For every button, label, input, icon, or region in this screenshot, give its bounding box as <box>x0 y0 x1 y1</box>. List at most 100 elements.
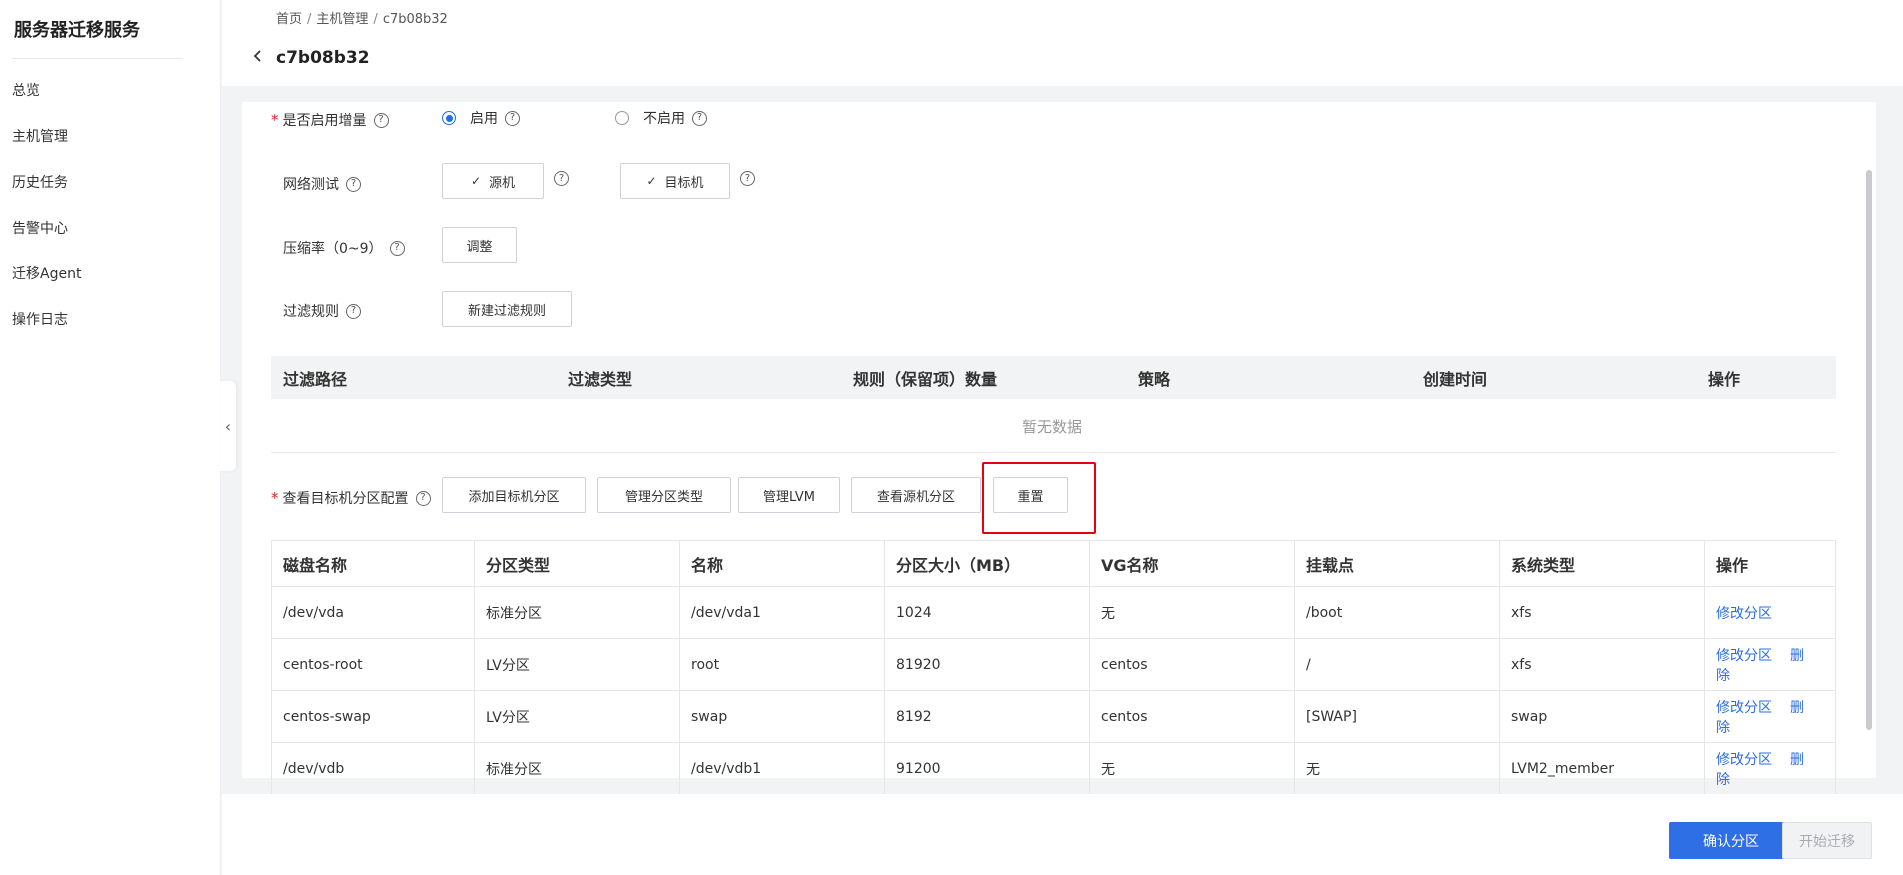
sidebar: 服务器迁移服务 总览 主机管理 历史任务 告警中心 迁移Agent 操作日志 <box>0 0 221 875</box>
compression-label: 压缩率（0~9） ? <box>283 238 405 258</box>
table-row: centos-swap LV分区 swap 8192 centos [SWAP]… <box>271 690 1836 743</box>
compression-adjust-button[interactable]: 调整 <box>442 227 517 263</box>
cell: xfs <box>1499 586 1705 639</box>
start-migration-button[interactable]: 开始迁移 <box>1782 822 1872 859</box>
radio-enable[interactable]: 启用 ? <box>442 108 520 128</box>
col-fs-type: 系统类型 <box>1499 540 1705 587</box>
col-actions: 操作 <box>1704 540 1836 587</box>
breadcrumb: 首页 / 主机管理 / c7b08b32 <box>276 12 448 27</box>
filter-col-rule-count: 规则（保留项）数量 <box>853 369 998 389</box>
help-icon[interactable]: ? <box>692 110 707 126</box>
cell: 81920 <box>884 638 1090 691</box>
help-icon[interactable]: ? <box>505 110 520 126</box>
table-row: /dev/vda 标准分区 /dev/vda1 1024 无 /boot xfs… <box>271 586 1836 639</box>
filter-col-created: 创建时间 <box>1423 369 1488 389</box>
edit-partition-link[interactable]: 修改分区 <box>1716 606 1772 622</box>
filter-table-header: 过滤路径 过滤类型 规则（保留项）数量 策略 创建时间 操作 <box>271 356 1836 399</box>
edit-partition-link[interactable]: 修改分区 <box>1716 700 1772 716</box>
cell: 无 <box>1089 742 1295 795</box>
actions-cell: 修改分区 删除 <box>1704 638 1836 691</box>
cell: [SWAP] <box>1294 690 1500 743</box>
network-test-label: 网络测试 ? <box>283 174 361 194</box>
sidebar-item-migration-agent[interactable]: 迁移Agent <box>12 263 81 283</box>
cell: 8192 <box>884 690 1090 743</box>
filter-col-path: 过滤路径 <box>283 369 348 389</box>
source-test-button[interactable]: ✓ 源机 <box>442 163 544 199</box>
cell: centos-swap <box>271 690 475 743</box>
manage-lvm-button[interactable]: 管理LVM <box>738 477 840 513</box>
filter-col-actions: 操作 <box>1708 369 1741 389</box>
radio-disable[interactable]: 不启用 ? <box>615 108 707 128</box>
help-icon[interactable]: ? <box>346 176 361 192</box>
edit-partition-link[interactable]: 修改分区 <box>1716 648 1772 664</box>
cell: LV分区 <box>474 690 680 743</box>
app-title: 服务器迁移服务 <box>14 20 140 41</box>
help-icon[interactable]: ? <box>389 240 405 256</box>
cell: swap <box>679 690 885 743</box>
actions-cell: 修改分区 <box>1704 586 1836 639</box>
manage-partition-type-button[interactable]: 管理分区类型 <box>597 477 731 513</box>
add-target-partition-button[interactable]: 添加目标机分区 <box>442 477 586 513</box>
cell: 91200 <box>884 742 1090 795</box>
actions-cell: 修改分区 删除 <box>1704 742 1836 795</box>
required-mark: * <box>271 489 279 507</box>
breadcrumb-home[interactable]: 首页 <box>276 12 302 27</box>
cell: 1024 <box>884 586 1090 639</box>
col-partition-type: 分区类型 <box>474 540 680 587</box>
sidebar-item-operation-log[interactable]: 操作日志 <box>12 309 68 329</box>
sidebar-item-overview[interactable]: 总览 <box>12 80 40 100</box>
incremental-label: * 是否启用增量 ? <box>271 110 389 130</box>
actions-cell: 修改分区 删除 <box>1704 690 1836 743</box>
col-disk-name: 磁盘名称 <box>271 540 475 587</box>
help-icon[interactable]: ? <box>346 303 361 319</box>
radio-checked-icon <box>442 111 456 125</box>
check-icon: ✓ <box>470 174 482 188</box>
cell: centos <box>1089 690 1295 743</box>
cell: root <box>679 638 885 691</box>
footer-bar <box>222 794 1903 875</box>
required-mark: * <box>271 111 279 129</box>
cell: LVM2_member <box>1499 742 1705 795</box>
sidebar-item-host-management[interactable]: 主机管理 <box>12 126 68 146</box>
col-vg-name: VG名称 <box>1089 540 1295 587</box>
partition-config-label: * 查看目标机分区配置 ? <box>271 488 431 508</box>
target-test-button[interactable]: ✓ 目标机 <box>620 163 730 199</box>
table-row: centos-root LV分区 root 81920 centos / xfs… <box>271 638 1836 691</box>
scrollbar-thumb[interactable] <box>1866 170 1872 730</box>
cell: 无 <box>1089 586 1295 639</box>
brand-divider <box>12 58 182 59</box>
edit-partition-link[interactable]: 修改分区 <box>1716 752 1772 768</box>
page-header: 首页 / 主机管理 / c7b08b32 c7b08b32 <box>222 0 1903 86</box>
help-icon[interactable]: ? <box>554 171 569 186</box>
sidebar-item-alarm-center[interactable]: 告警中心 <box>12 218 68 238</box>
cell: 标准分区 <box>474 742 680 795</box>
breadcrumb-host-management[interactable]: 主机管理 <box>316 12 368 27</box>
cell: / <box>1294 638 1500 691</box>
col-size: 分区大小（MB） <box>884 540 1090 587</box>
filter-col-policy: 策略 <box>1138 369 1171 389</box>
help-icon[interactable]: ? <box>373 112 389 128</box>
table-header-row: 磁盘名称 分区类型 名称 分区大小（MB） VG名称 挂载点 系统类型 操作 <box>271 540 1836 587</box>
cell: /boot <box>1294 586 1500 639</box>
confirm-partition-button[interactable]: 确认分区 <box>1669 822 1793 859</box>
highlight-box <box>982 462 1096 534</box>
new-filter-rule-button[interactable]: 新建过滤规则 <box>442 291 572 327</box>
view-source-partition-button[interactable]: 查看源机分区 <box>851 477 981 513</box>
help-icon[interactable]: ? <box>415 490 431 506</box>
breadcrumb-current: c7b08b32 <box>382 12 448 27</box>
table-row: /dev/vdb 标准分区 /dev/vdb1 91200 无 无 LVM2_m… <box>271 742 1836 795</box>
empty-data-text: 暂无数据 <box>1022 418 1083 436</box>
cell: swap <box>1499 690 1705 743</box>
sidebar-collapse-toggle[interactable]: ‹ <box>220 381 236 471</box>
radio-unchecked-icon <box>615 111 629 125</box>
cell: /dev/vda1 <box>679 586 885 639</box>
back-arrow-icon[interactable] <box>250 48 266 64</box>
col-name: 名称 <box>679 540 885 587</box>
cell: LV分区 <box>474 638 680 691</box>
partition-table: 磁盘名称 分区类型 名称 分区大小（MB） VG名称 挂载点 系统类型 操作 /… <box>271 540 1836 795</box>
col-mount-point: 挂载点 <box>1294 540 1500 587</box>
help-icon[interactable]: ? <box>740 171 755 186</box>
filter-col-type: 过滤类型 <box>568 369 633 389</box>
sidebar-item-history-tasks[interactable]: 历史任务 <box>12 172 68 192</box>
cell: xfs <box>1499 638 1705 691</box>
